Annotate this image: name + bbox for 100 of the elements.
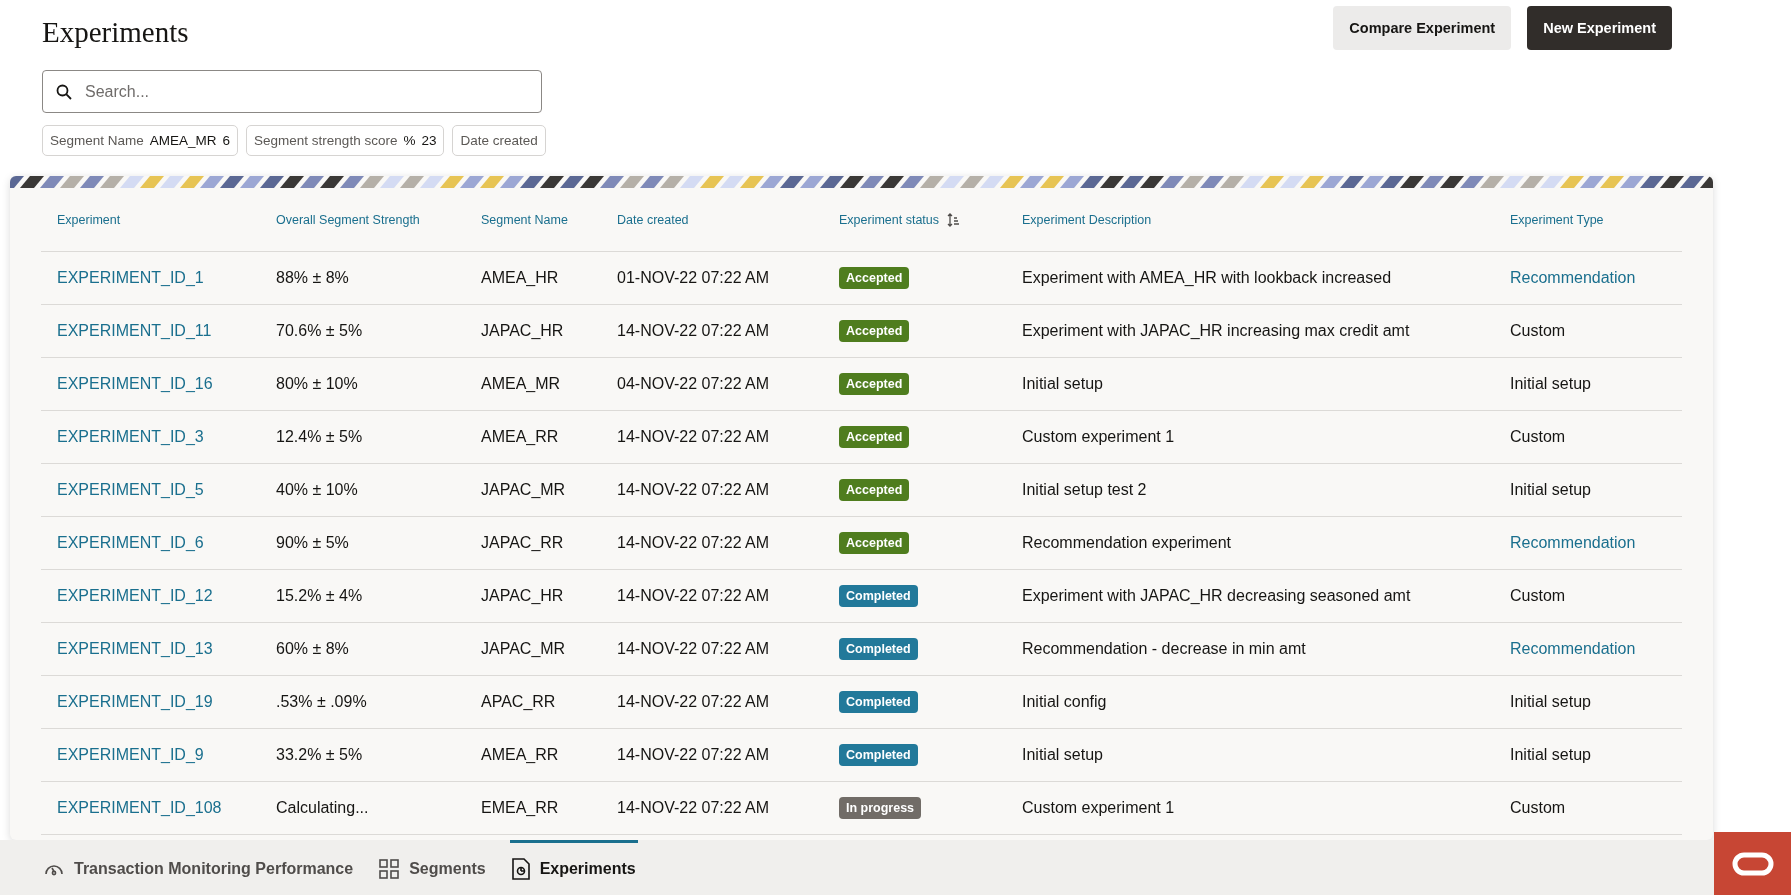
table-cell: 60% ± 8% (276, 640, 349, 657)
table-cell: 33.2% ± 5% (276, 746, 363, 763)
table-cell: Initial setup (1510, 481, 1591, 498)
column-header[interactable]: Overall Segment Strength (276, 212, 420, 227)
table-cell: Custom (1510, 799, 1566, 816)
table-cell: Custom (1510, 587, 1566, 604)
table-cell: 14-NOV-22 07:22 AM (617, 481, 770, 498)
table-cell: Experiment with JAPAC_HR increasing max credit amt (1022, 322, 1410, 339)
table-cell: 14-NOV-22 07:22 AM (617, 693, 770, 710)
column-header[interactable]: Date created (617, 212, 689, 227)
experiment-link[interactable]: EXPERIMENT_ID_19 (57, 693, 213, 710)
status-badge: Completed (839, 691, 918, 713)
table-cell: Custom experiment 1 (1022, 799, 1175, 816)
status-badge: Accepted (839, 373, 910, 395)
grid-icon (379, 859, 400, 879)
table-cell: 80% ± 10% (276, 375, 358, 392)
table-cell: JAPAC_HR (481, 322, 564, 339)
table-cell: .53% ± .09% (276, 693, 367, 710)
table-cell: 14-NOV-22 07:22 AM (617, 640, 770, 657)
table-cell: 14-NOV-22 07:22 AM (617, 322, 770, 339)
primary-button[interactable]: New Experiment (1527, 6, 1672, 50)
table-cell: Calculating... (276, 799, 369, 816)
experiment-link[interactable]: EXPERIMENT_ID_1 (57, 269, 204, 286)
logo-icon (1731, 851, 1774, 876)
table-cell: 14-NOV-22 07:22 AM (617, 746, 770, 763)
table-cell: AMEA_RR (481, 428, 559, 445)
table-cell: EMEA_RR (481, 799, 559, 816)
status-badge: In progress (839, 797, 922, 819)
table-cell: 15.2% ± 4% (276, 587, 363, 604)
nav-tab[interactable]: Experiments (509, 840, 638, 895)
table-cell: JAPAC_MR (481, 640, 566, 657)
page-title: Experiments (42, 16, 189, 50)
filter-value: AMEA_MR (149, 133, 217, 148)
gauge-icon (44, 862, 64, 876)
experiment-link[interactable]: EXPERIMENT_ID_12 (57, 587, 213, 604)
table-cell: Custom experiment 1 (1022, 428, 1175, 445)
filter-label: Date created (460, 133, 538, 148)
table-cell: Recommendation experiment (1022, 534, 1231, 551)
experiment-link[interactable]: EXPERIMENT_ID_11 (57, 322, 212, 339)
table-cell: Initial setup test 2 (1022, 481, 1147, 498)
experiment-link[interactable]: EXPERIMENT_ID_6 (57, 534, 204, 551)
type-link[interactable]: Recommendation (1510, 640, 1636, 657)
table-cell: JAPAC_MR (481, 481, 566, 498)
document-icon (511, 858, 530, 880)
experiment-link[interactable]: EXPERIMENT_ID_9 (57, 746, 204, 763)
table-cell: AMEA_MR (481, 375, 561, 392)
type-link[interactable]: Recommendation (1510, 534, 1636, 551)
column-header[interactable]: Experiment status (839, 212, 940, 227)
table-cell: 14-NOV-22 07:22 AM (617, 799, 770, 816)
status-badge: Completed (839, 744, 918, 766)
table-cell: 04-NOV-22 07:22 AM (617, 375, 770, 392)
search-field[interactable]: Search... (42, 70, 542, 113)
filter-label: Segment Name (50, 133, 144, 148)
status-badge: Completed (839, 638, 918, 660)
table-cell: Initial setup (1510, 375, 1591, 392)
filter-chip[interactable]: Date created (452, 125, 546, 156)
experiment-link[interactable]: EXPERIMENT_ID_5 (57, 481, 204, 498)
sort-icon[interactable] (947, 212, 961, 227)
experiment-link[interactable]: EXPERIMENT_ID_108 (57, 799, 222, 816)
filter-label: Segment strength score (254, 133, 398, 148)
table-cell: Initial setup (1022, 746, 1103, 763)
status-badge: Accepted (839, 267, 910, 289)
nav-tab[interactable]: Segments (377, 840, 488, 895)
table-cell: Initial setup (1510, 746, 1591, 763)
filter-chip[interactable]: Segment Name AMEA_MR 6 (42, 125, 239, 156)
experiment-link[interactable]: EXPERIMENT_ID_13 (57, 640, 213, 657)
nav-tab[interactable]: Transaction Monitoring Performance (42, 840, 356, 895)
filter-count: 6 (222, 133, 231, 148)
table-cell: AMEA_RR (481, 746, 559, 763)
table-cell: 88% ± 8% (276, 269, 349, 286)
table-cell: 14-NOV-22 07:22 AM (617, 587, 770, 604)
type-link[interactable]: Recommendation (1510, 269, 1636, 286)
table-cell: Recommendation - decrease in min amt (1022, 640, 1306, 657)
table-cell: Custom (1510, 428, 1566, 445)
table-cell: Initial config (1022, 693, 1107, 710)
filter-value: % (403, 133, 416, 148)
table-cell: 40% ± 10% (276, 481, 358, 498)
status-badge: Accepted (839, 426, 910, 448)
column-header[interactable]: Experiment Type (1510, 212, 1604, 227)
filter-count: 23 (421, 133, 437, 148)
status-badge: Accepted (839, 320, 910, 342)
experiment-link[interactable]: EXPERIMENT_ID_3 (57, 428, 204, 445)
table-cell: JAPAC_HR (481, 587, 564, 604)
filter-chip[interactable]: Segment strength score % 23 (246, 125, 445, 156)
column-header[interactable]: Experiment (57, 212, 121, 227)
experiment-link[interactable]: EXPERIMENT_ID_16 (57, 375, 213, 392)
table-cell: AMEA_HR (481, 269, 559, 286)
status-badge: Accepted (839, 532, 910, 554)
table-cell: Initial setup (1022, 375, 1103, 392)
status-badge: Accepted (839, 479, 910, 501)
table-cell: 12.4% ± 5% (276, 428, 363, 445)
table-cell: 14-NOV-22 07:22 AM (617, 534, 770, 551)
status-badge: Completed (839, 585, 918, 607)
table-cell: 90% ± 5% (276, 534, 349, 551)
table-cell: APAC_RR (481, 693, 556, 710)
column-header[interactable]: Experiment Description (1022, 212, 1152, 227)
table-cell: JAPAC_RR (481, 534, 564, 551)
column-header[interactable]: Segment Name (481, 212, 568, 227)
secondary-button[interactable]: Compare Experiment (1333, 6, 1512, 50)
table-cell: Initial setup (1510, 693, 1591, 710)
